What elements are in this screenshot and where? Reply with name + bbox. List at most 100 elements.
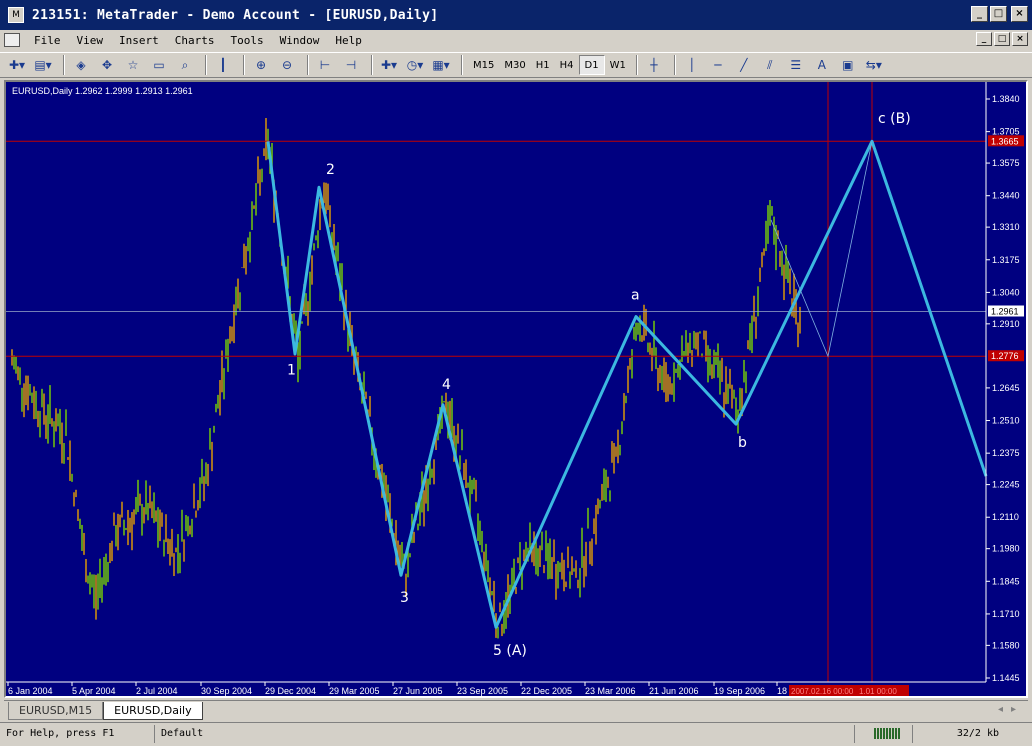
timeframe-h4-button[interactable]: H4 bbox=[555, 55, 579, 75]
price-label: 1.3575 bbox=[992, 158, 1020, 168]
price-label: 1.2910 bbox=[992, 319, 1020, 329]
date-label: 23 Mar 2006 bbox=[585, 686, 636, 696]
date-label: 29 Mar 2005 bbox=[329, 686, 380, 696]
axes-layer: 1.3840 1.3705 1.3575 1.3440 1.3310 1.3175 1.30… bbox=[6, 82, 1024, 696]
minimize-button[interactable]: _ bbox=[971, 6, 988, 22]
date-label: 5 Apr 2004 bbox=[72, 686, 116, 696]
arrows-icon[interactable]: ⇆▾ bbox=[863, 55, 885, 75]
market-watch-icon[interactable]: ◈ bbox=[70, 55, 92, 75]
price-label: 1.3840 bbox=[992, 94, 1020, 104]
vertical-line-icon[interactable]: │ bbox=[681, 55, 703, 75]
periods-icon[interactable]: ◷▾ bbox=[404, 55, 426, 75]
zoom-out-icon[interactable]: ⊖ bbox=[276, 55, 298, 75]
maximize-button[interactable]: □ bbox=[990, 6, 1007, 22]
timeframe-d1-button[interactable]: D1 bbox=[578, 55, 605, 75]
chart-shift-icon[interactable]: ⊣ bbox=[340, 55, 362, 75]
status-traffic: 32/2 kb bbox=[956, 728, 999, 739]
fibonacci-icon[interactable]: ☰ bbox=[785, 55, 807, 75]
timeframe-m15-button[interactable]: M15 bbox=[468, 55, 499, 75]
text-icon[interactable]: A bbox=[811, 55, 833, 75]
wave-label-wc: c (B) bbox=[878, 111, 911, 127]
label-icon[interactable]: ▣ bbox=[837, 55, 859, 75]
autoscroll-icon[interactable]: ⊢ bbox=[314, 55, 336, 75]
price-label: 1.3040 bbox=[992, 287, 1020, 297]
mdi-close-button[interactable]: × bbox=[1012, 32, 1028, 46]
tab-eurusd-m15[interactable]: EURUSD,M15 bbox=[8, 702, 104, 720]
navigator-icon[interactable]: ✥ bbox=[96, 55, 118, 75]
zoom-in-icon[interactable]: ⊕ bbox=[250, 55, 272, 75]
toolbar-separator bbox=[205, 55, 207, 75]
date-label: 29 Dec 2004 bbox=[265, 686, 316, 696]
menu-window[interactable]: Window bbox=[272, 34, 328, 47]
status-profile: Default bbox=[155, 724, 855, 743]
status-bar: For Help, press F1 Default 32/2 kb bbox=[0, 722, 1032, 744]
mdi-minimize-button[interactable]: _ bbox=[976, 32, 992, 46]
price-label: 1.1845 bbox=[992, 576, 1020, 586]
date-label: 18 bbox=[777, 686, 787, 696]
date-label: 6 Jan 2004 bbox=[8, 686, 53, 696]
menu-view[interactable]: View bbox=[69, 34, 112, 47]
toolbar-separator bbox=[461, 55, 463, 75]
date-label: 30 Sep 2004 bbox=[201, 686, 252, 696]
toolbar-separator bbox=[243, 55, 245, 75]
toolbar-separator bbox=[307, 55, 309, 75]
tester-icon[interactable]: ⌕ bbox=[174, 55, 196, 75]
window-title: 213151: MetaTrader - Demo Account - [EUR… bbox=[32, 7, 439, 23]
timeframe-h1-button[interactable]: H1 bbox=[531, 55, 555, 75]
chart-tabs: EURUSD,M15 EURUSD,Daily ◂▸ bbox=[4, 700, 1028, 720]
tab-eurusd-daily[interactable]: EURUSD,Daily bbox=[103, 702, 203, 720]
elliott-wave-line bbox=[266, 139, 988, 629]
price-chart[interactable]: 1 2 3 4 5 (A) a b c (B) 1.3840 1.3705 1.3575 1.344… bbox=[6, 82, 1026, 696]
profiles-icon[interactable]: ▤▾ bbox=[32, 55, 54, 75]
tab-scroll-arrows[interactable]: ◂▸ bbox=[998, 704, 1024, 715]
date-label: 21 Jun 2006 bbox=[649, 686, 699, 696]
crosshair-icon[interactable]: ┼ bbox=[643, 55, 665, 75]
terminal-icon[interactable]: ▭ bbox=[148, 55, 170, 75]
timeframe-w1-button[interactable]: W1 bbox=[605, 55, 631, 75]
status-help: For Help, press F1 bbox=[0, 724, 155, 743]
price-label: 1.3440 bbox=[992, 191, 1020, 201]
date-label: 23 Sep 2005 bbox=[457, 686, 508, 696]
templates-icon[interactable]: ▦▾ bbox=[430, 55, 452, 75]
price-label: 1.1580 bbox=[992, 640, 1020, 650]
wave-label-w4: 4 bbox=[442, 377, 451, 393]
close-button[interactable]: × bbox=[1011, 6, 1028, 22]
timeframe-m30-button[interactable]: M30 bbox=[499, 55, 530, 75]
menu-bar: File View Insert Charts Tools Window Hel… bbox=[0, 30, 1032, 50]
menu-charts[interactable]: Charts bbox=[167, 34, 223, 47]
price-label: 1.2110 bbox=[992, 512, 1019, 522]
chart-info: EURUSD,Daily 1.2962 1.2999 1.2913 1.2961 bbox=[12, 86, 193, 96]
new-chart-icon[interactable]: ✚▾ bbox=[6, 55, 28, 75]
date-highlight-label: 2007.02.16 00:00 bbox=[791, 687, 854, 696]
favorites-icon[interactable]: ☆ bbox=[122, 55, 144, 75]
price-label: 1.2245 bbox=[992, 480, 1020, 490]
menu-insert[interactable]: Insert bbox=[111, 34, 167, 47]
menu-help[interactable]: Help bbox=[327, 34, 370, 47]
chart-area[interactable]: 1 2 3 4 5 (A) a b c (B) 1.3840 1.3705 1.3575 1.344… bbox=[4, 80, 1028, 698]
price-label: 1.3175 bbox=[992, 255, 1020, 265]
wave-label-w1: 1 bbox=[287, 363, 296, 379]
toolbar: ✚▾ ▤▾ ◈ ✥ ☆ ▭ ⌕ ┃ ⊕ ⊖ ⊢ ⊣ ✚▾ ◷▾ ▦▾ M15 M… bbox=[0, 52, 1032, 78]
waves-layer: 1 2 3 4 5 (A) a b c (B) bbox=[266, 111, 988, 659]
date-label: 2 Jul 2004 bbox=[136, 686, 178, 696]
levels-layer bbox=[6, 82, 986, 682]
app-icon[interactable]: M bbox=[8, 7, 24, 23]
channel-icon[interactable]: ⫽ bbox=[759, 55, 781, 75]
toolbar-separator bbox=[673, 55, 676, 75]
indicators-icon[interactable]: ✚▾ bbox=[378, 55, 400, 75]
date-label: 22 Dec 2005 bbox=[521, 686, 572, 696]
toolbar-separator bbox=[371, 55, 373, 75]
menu-file[interactable]: File bbox=[26, 34, 69, 47]
horizontal-line-icon[interactable]: ─ bbox=[707, 55, 729, 75]
candles-icon[interactable]: ┃ bbox=[212, 55, 234, 75]
price-label: 1.2510 bbox=[992, 416, 1020, 426]
document-icon[interactable] bbox=[4, 33, 20, 47]
trendline-icon[interactable]: ╱ bbox=[733, 55, 755, 75]
price-label: 1.2375 bbox=[992, 448, 1020, 458]
menu-tools[interactable]: Tools bbox=[223, 34, 272, 47]
price-label: 1.3310 bbox=[992, 222, 1020, 232]
price-label: 1.2645 bbox=[992, 383, 1020, 393]
title-bar: M 213151: MetaTrader - Demo Account - [E… bbox=[0, 0, 1032, 30]
mdi-restore-button[interactable]: □ bbox=[994, 32, 1010, 46]
date-label: 19 Sep 2006 bbox=[714, 686, 765, 696]
